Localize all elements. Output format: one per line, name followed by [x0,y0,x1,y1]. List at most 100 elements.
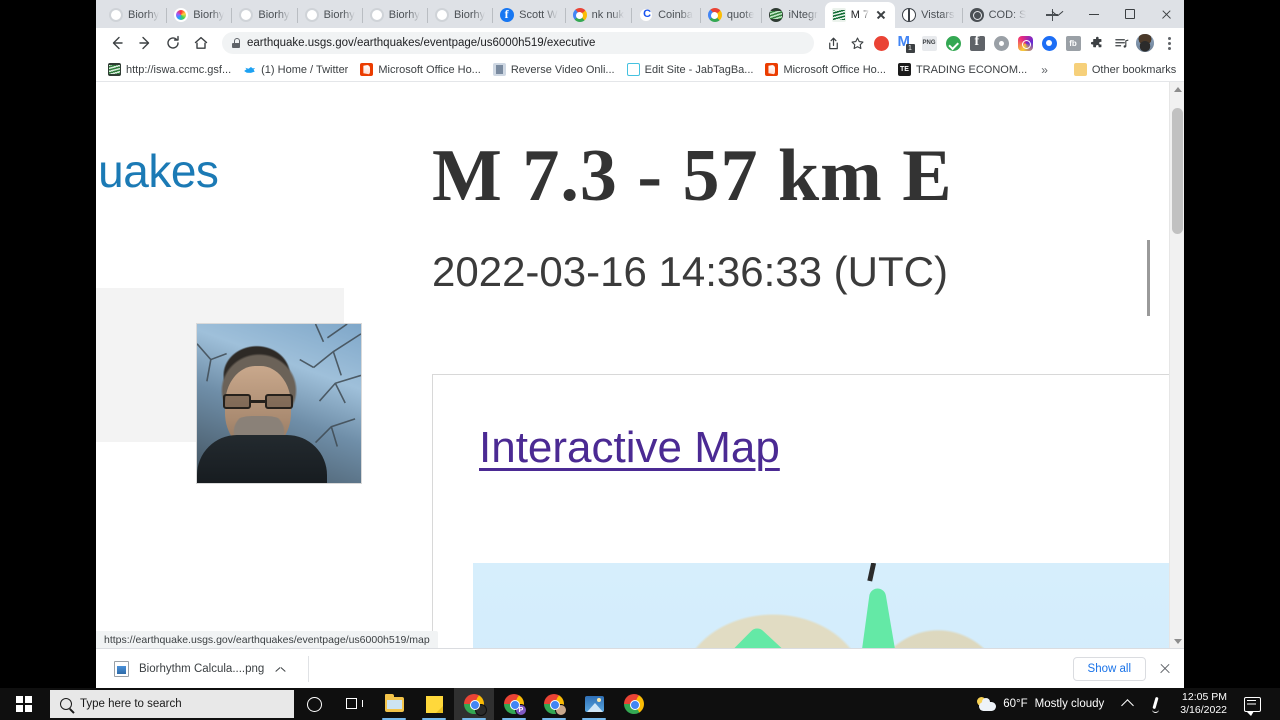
event-datetime: 2022-03-16 14:36:33 (UTC) [432,248,948,295]
taskbar-search-input[interactable]: Type here to search [50,690,294,718]
share-icon[interactable] [822,32,844,54]
pen-icon [1150,697,1163,713]
browser-tab[interactable]: iNtegr [762,2,824,28]
scrollbar-thumb[interactable] [1172,108,1183,234]
minimize-button[interactable] [1076,0,1112,28]
browser-tab[interactable]: Scott W [493,2,565,28]
chrome-window-3-button[interactable] [534,688,574,720]
sticky-notes-button[interactable] [414,688,454,720]
browser-tab[interactable]: Coinba [632,2,700,28]
browser-tab[interactable]: Biorhy [298,2,362,28]
fb-downloader-icon[interactable]: fb [1062,32,1084,54]
browser-tab[interactable]: Vistars [895,2,961,28]
notifications-button[interactable] [1235,688,1274,720]
ring-icon [304,8,319,22]
tab-label: Biorhy [258,9,290,21]
chrome-menu-button[interactable] [1158,32,1180,54]
grey-circle-icon[interactable] [990,32,1012,54]
photos-button[interactable] [574,688,614,720]
browser-tab[interactable]: Biorhy [428,2,492,28]
taskbar-clock[interactable]: 12:05 PM 3/16/2022 [1172,688,1235,720]
sticky-notes-icon [425,695,443,713]
bookmark-label: Reverse Video Onli... [510,63,615,76]
img-converter-icon[interactable]: PNG [918,32,940,54]
bookmark-item[interactable]: TE TRADING ECONOM... [892,61,1033,78]
download-menu-caret-icon[interactable] [274,662,288,676]
system-tray: 60°F Mostly cloudy 12:05 PM 3/16/2022 [967,688,1280,720]
png-file-icon [114,660,129,677]
weather-description: Mostly cloudy [1034,698,1105,710]
file-explorer-icon [384,693,404,712]
trading-economics-icon: TE [897,63,911,76]
weather-widget[interactable]: 60°F Mostly cloudy [967,688,1114,720]
bookmarks-overflow-button[interactable]: » [1035,63,1054,77]
tectonic-plate-lines [733,563,895,649]
tab-label: iNtegr [788,9,818,21]
reload-button[interactable] [160,30,186,56]
scroll-down-button[interactable] [1170,634,1184,649]
forward-button[interactable] [132,30,158,56]
page-viewport: hquakes M 7.3 - 57 km E 2022-03-16 14:36… [96,82,1184,649]
gmail-icon[interactable]: 1 [894,32,916,54]
maximize-button[interactable] [1112,0,1148,28]
address-bar[interactable]: earthquake.usgs.gov/earthquakes/eventpag… [222,32,814,54]
page-scrollbar[interactable] [1169,82,1184,649]
file-explorer-button[interactable] [374,688,414,720]
img-converter-label: PNG [921,35,937,51]
chrome-window-1-button[interactable] [454,688,494,720]
cortana-button[interactable] [294,688,334,720]
instagram-icon[interactable] [1014,32,1036,54]
task-view-button[interactable] [334,688,374,720]
media-list-icon[interactable] [1110,32,1132,54]
chrome-window-2-button[interactable]: P [494,688,534,720]
scroll-up-button[interactable] [1170,82,1184,97]
browser-tab[interactable]: Biorhy [232,2,296,28]
show-all-downloads-button[interactable]: Show all [1072,656,1146,681]
pen-menu-button[interactable] [1141,688,1172,720]
tab-label: M 7 [850,9,870,21]
profile-avatar[interactable] [1134,32,1156,54]
address-bar-url: earthquake.usgs.gov/earthquakes/eventpag… [247,37,596,49]
clock-time: 12:05 PM [1182,691,1227,704]
browser-tab[interactable]: COD: S [963,2,1034,28]
back-button[interactable] [104,30,130,56]
browser-tab[interactable]: nk nuk [566,2,631,28]
biorhythm-icon [174,8,189,22]
bookmark-star-icon[interactable] [846,32,868,54]
browser-tab-active[interactable]: M 7 [824,2,896,28]
close-shelf-button[interactable] [1156,660,1174,678]
adblock-check-icon[interactable] [942,32,964,54]
home-button[interactable] [188,30,214,56]
webcam-person-body [197,435,327,483]
show-hidden-icons-button[interactable] [1114,688,1141,720]
folder-icon [1073,63,1087,76]
bookmark-label: http://iswa.ccmc.gsf... [126,63,232,76]
windows-logo-icon [16,696,32,712]
browser-tab[interactable]: Biorhy [363,2,427,28]
cloud-icon [977,697,997,711]
map-thumbnail[interactable] [473,563,1184,649]
bookmark-item[interactable]: (1) Home / Twitter [237,61,354,78]
start-button[interactable] [0,688,48,720]
pocket-icon[interactable] [870,32,892,54]
browser-tab[interactable]: quote [701,2,762,28]
close-tab-icon[interactable] [874,8,888,22]
bookmark-item[interactable]: Reverse Video Onli... [487,61,621,78]
bookmark-item[interactable]: http://iswa.ccmc.gsf... [102,61,237,78]
facebook-icon[interactable] [966,32,988,54]
close-window-button[interactable] [1148,0,1184,28]
bookmark-item[interactable]: Microsoft Office Ho... [354,61,487,78]
interactive-map-link[interactable]: Interactive Map [479,423,780,473]
reverse-video-icon [492,63,506,76]
bookmark-item[interactable]: Microsoft Office Ho... [759,61,892,78]
usgs-event-page: hquakes M 7.3 - 57 km E 2022-03-16 14:36… [96,82,1184,649]
blue-dot-icon[interactable] [1038,32,1060,54]
bookmark-item[interactable]: Edit Site - JabTagBa... [621,61,760,78]
search-tabs-button[interactable] [1040,0,1076,28]
browser-tab[interactable]: Biorhy [102,2,166,28]
download-item[interactable]: Biorhythm Calcula....png [106,657,296,681]
chrome-window-4-button[interactable] [614,688,654,720]
other-bookmarks-folder[interactable]: Other bookmarks [1068,61,1182,78]
browser-tab[interactable]: Biorhy [167,2,231,28]
puzzle-extensions-icon[interactable] [1086,32,1108,54]
